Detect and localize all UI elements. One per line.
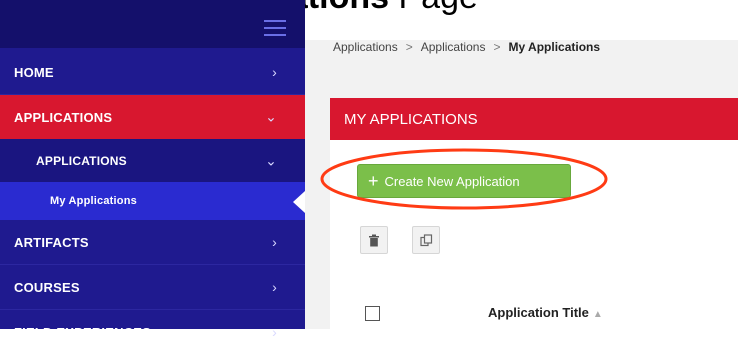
active-pointer-icon (293, 191, 305, 213)
sidebar-item-courses[interactable]: COURSES › (0, 265, 305, 309)
sidebar-item-label: COURSES (14, 279, 80, 295)
copy-button[interactable] (412, 226, 440, 254)
sidebar-item-field-experiences[interactable]: FIELD EXPERIENCES › (0, 310, 305, 354)
plus-icon: + (368, 171, 379, 191)
chevron-right-icon: › (272, 64, 277, 80)
select-all-checkbox[interactable] (365, 306, 380, 321)
breadcrumb-item[interactable]: Applications (421, 40, 486, 54)
trash-icon (369, 234, 379, 246)
delete-button[interactable] (360, 226, 388, 254)
chevron-right-icon: › (272, 234, 277, 250)
sidebar-item-label: APPLICATIONS (14, 109, 113, 125)
sidebar-item-label: My Applications (50, 195, 137, 207)
breadcrumb: Applications > Applications > My Application… (333, 40, 601, 54)
sidebar-item-label: FIELD EXPERIENCES (14, 324, 152, 340)
chevron-down-icon: ⌄ (265, 152, 277, 169)
panel-body: + Create New Application Application Tit… (320, 140, 738, 329)
breadcrumb-current: My Applications (508, 40, 601, 54)
breadcrumb-item[interactable]: Applications (333, 40, 398, 54)
sort-asc-icon: ▲ (592, 309, 603, 320)
sidebar-subitem-applications[interactable]: APPLICATIONS ⌄ (0, 139, 305, 183)
chevron-right-icon: › (272, 279, 277, 295)
panel-title: MY APPLICATIONS (330, 98, 738, 140)
create-new-application-button[interactable]: + Create New Application (357, 164, 571, 198)
sidebar-item-label: HOME (14, 64, 54, 80)
main-content: Applications > Applications > My Application… (305, 0, 738, 329)
create-button-label: Create New Application (384, 173, 520, 189)
sidebar-header (0, 0, 305, 48)
sidebar-item-label: ARTIFACTS (14, 234, 89, 250)
sidebar: HOME › APPLICATIONS ⌄ APPLICATIONS ⌄ My … (0, 0, 305, 340)
column-header-application-title[interactable]: Application Title ▲ (488, 305, 603, 320)
sidebar-item-home[interactable]: HOME › (0, 50, 305, 94)
hamburger-menu-icon[interactable] (264, 20, 286, 38)
sidebar-item-applications[interactable]: APPLICATIONS ⌄ (0, 95, 305, 139)
chevron-down-icon: ⌄ (265, 108, 277, 125)
sidebar-subitem-my-applications[interactable]: My Applications (0, 182, 305, 220)
copy-icon (419, 233, 432, 246)
sidebar-item-label: APPLICATIONS (36, 154, 127, 168)
sidebar-item-artifacts[interactable]: ARTIFACTS › (0, 220, 305, 264)
chevron-right-icon: › (272, 324, 277, 340)
